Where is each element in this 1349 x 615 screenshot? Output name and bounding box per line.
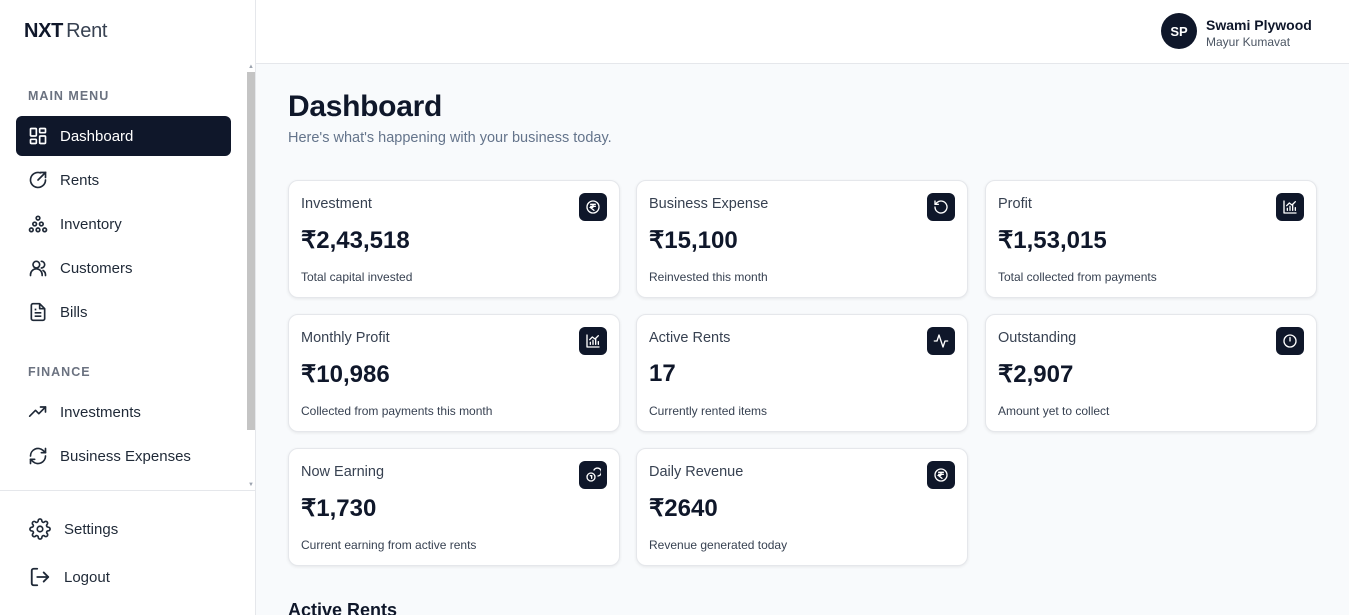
card-label: Business Expense [649,196,769,212]
page-subtitle: Here's what's happening with your busine… [288,130,612,146]
card-description: Reinvested this month [649,270,768,284]
card-description: Amount yet to collect [998,404,1110,418]
bills-icon [28,302,48,322]
card-value: ₹1,730 [301,495,377,522]
stat-card-outstanding[interactable]: Outstanding ₹2,907 Amount yet to collect [985,314,1317,432]
brand-logo-light: Rent [66,20,108,42]
card-value: 17 [649,360,676,387]
main-menu-label: MAIN MENU [28,89,110,103]
inventory-icon [28,214,48,234]
card-value: ₹2,43,518 [301,227,410,254]
page-title: Dashboard [288,90,442,123]
brand-logo-bold: NXT [24,20,64,42]
bar-chart-icon [1276,193,1304,221]
logout-label: Logout [64,568,110,586]
rupee-icon [927,461,955,489]
sidebar-item-label: Customers [60,259,133,277]
card-description: Total collected from payments [998,270,1157,284]
sidebar-item-label: Bills [60,303,88,321]
card-description: Total capital invested [301,270,413,284]
scroll-down-arrow[interactable]: ▼ [248,482,254,488]
stat-card-daily-revenue[interactable]: Daily Revenue ₹2640 Revenue generated to… [636,448,968,566]
settings-button[interactable]: Settings [28,517,118,541]
card-label: Now Earning [301,464,385,480]
finance-label: FINANCE [28,365,91,379]
rotate-ccw-icon [927,193,955,221]
clock-icon [1276,327,1304,355]
user-subtitle: Mayur Kumavat [1206,35,1291,49]
sidebar-item-business-expenses[interactable]: Business Expenses [16,436,231,476]
settings-label: Settings [64,520,119,538]
rents-icon [28,170,48,190]
rupee-icon [579,193,607,221]
sidebar-item-customers[interactable]: Customers [16,248,231,288]
sidebar-item-dashboard[interactable]: Dashboard [16,116,231,156]
card-label: Outstanding [998,330,1077,346]
card-label: Investment [301,196,372,212]
dashboard-icon [28,126,48,146]
card-description: Revenue generated today [649,538,788,552]
sidebar-scrollbar[interactable] [247,72,255,430]
card-value: ₹2,907 [998,361,1074,388]
activity-icon [927,327,955,355]
sidebar-item-rents[interactable]: Rents [16,160,231,200]
card-description: Currently rented items [649,404,768,418]
sidebar-item-investments[interactable]: Investments [16,392,231,432]
stat-card-business-expense[interactable]: Business Expense ₹15,100 Reinvested this… [636,180,968,298]
logout-button[interactable]: Logout [28,565,110,589]
sidebar: NXT Rent ▲ ▼ MAIN MENU Dashboard Rents In… [0,0,256,615]
card-label: Monthly Profit [301,330,390,346]
logout-icon [28,565,52,589]
sidebar-item-bills[interactable]: Bills [16,292,231,332]
card-value: ₹15,100 [649,227,738,254]
user-name: Swami Plywood [1206,17,1312,33]
avatar[interactable]: SP [1161,13,1197,49]
stat-card-investment[interactable]: Investment ₹2,43,518 Total capital inves… [288,180,620,298]
card-value: ₹2640 [649,495,718,522]
sidebar-item-label: Dashboard [60,127,134,145]
top-bar: SP Swami Plywood Mayur Kumavat [256,0,1349,64]
sidebar-item-inventory[interactable]: Inventory [16,204,231,244]
stat-card-now-earning[interactable]: Now Earning ₹1,730 Current earning from … [288,448,620,566]
sidebar-item-label: Investments [60,403,141,421]
card-label: Daily Revenue [649,464,744,480]
stat-card-profit[interactable]: Profit ₹1,53,015 Total collected from pa… [985,180,1317,298]
card-label: Active Rents [649,330,731,346]
customers-icon [28,258,48,278]
card-description: Current earning from active rents [301,538,477,552]
stat-card-active-rents[interactable]: Active Rents 17 Currently rented items [636,314,968,432]
sidebar-item-label: Inventory [60,215,122,233]
trending-up-icon [28,402,48,422]
sidebar-divider [0,490,255,491]
card-label: Profit [998,196,1032,212]
coins-icon [579,461,607,489]
gear-icon [28,517,52,541]
sidebar-item-label: Business Expenses [60,447,191,465]
card-value: ₹1,53,015 [998,227,1107,254]
stat-card-monthly-profit[interactable]: Monthly Profit ₹10,986 Collected from pa… [288,314,620,432]
sidebar-item-label: Rents [60,171,100,189]
scroll-up-arrow[interactable]: ▲ [248,64,254,70]
brand-logo[interactable]: NXT Rent [24,20,107,43]
card-description: Collected from payments this month [301,404,493,418]
card-value: ₹10,986 [301,361,390,388]
bar-chart-icon [579,327,607,355]
refresh-icon [28,446,48,466]
active-rents-section-title: Active Rents [288,600,398,615]
